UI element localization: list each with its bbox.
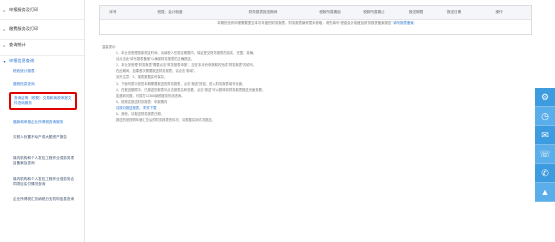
sidebar-item-asset-report[interactable]: 欠税人处置不动产或大额资产报告 [13, 135, 75, 140]
empty-state: 本期的没有申报需要提交本次年度的财务报表，财务报表编号暂未获取，请先填写“税费会… [100, 19, 531, 36]
sidebar-group-label: 缴费服务及打印 [9, 26, 39, 31]
mail-icon: ✉ [541, 129, 549, 140]
sidebar-group-label: 查询统计 [9, 42, 26, 47]
column-header: 税款所属期起 [319, 10, 341, 14]
clock-icon: ◷ [541, 110, 549, 121]
table-header: 序号 税费、会计制度 财务报表报送期间 税款所属期起 税款所属期止 报送期限 报… [100, 6, 531, 20]
column-header: 税款所属期止 [363, 10, 385, 14]
phone-icon: ✆ [541, 167, 549, 178]
sidebar-item-income-tax-query[interactable]: 缴款和申报企业所得税查询服务 [13, 120, 75, 125]
phone-button[interactable]: ✆ [535, 164, 555, 183]
sidebar: ▸ 申报服务及打印 ▸ 缴费服务及打印 ▸ 查询统计 ▾ 申报信息查询 税收统计… [0, 0, 85, 242]
column-header: 财务报表报送期间 [248, 10, 278, 14]
history-button[interactable]: ◷ [535, 107, 555, 126]
tip-line: 报送的是按照年度汇总后的财务报表的情况，请根据实际情况报送。 [116, 118, 215, 123]
sidebar-item-certificate-query[interactable]: 查询证明（税费）交易和纳税申报文件查询服务 [9, 92, 77, 110]
sidebar-item-project-payment[interactable]: 境内机构和个人发包工程作业或劳务合同项目实付情况查询 [13, 177, 75, 187]
sidebar-item-branch-info[interactable]: 企业所得税汇总纳税分支机构信息查询 [13, 197, 75, 202]
column-header: 序号 [109, 10, 117, 14]
column-header: 操作 [495, 10, 503, 14]
chat-icon: ☏ [539, 148, 551, 159]
sidebar-group-declare-print[interactable]: ▸ 申报服务及打印 [0, 1, 84, 19]
chevron-right-icon: ▸ [3, 42, 6, 48]
column-header: 报送期限 [408, 10, 424, 14]
sidebar-item-payment-query[interactable]: 缴税信息查询 [13, 82, 75, 87]
empty-message: 本期的没有申报需要提交本次年度的财务报表，财务报表编号暂未获取，请先填写“税费会… [217, 21, 393, 25]
chevron-right-icon: ▸ [3, 26, 6, 32]
sidebar-group-label: 申报服务及打印 [9, 7, 39, 12]
back-to-top-button[interactable]: ▲ [535, 183, 555, 202]
sidebar-group-declare-query[interactable]: ▾ 申报信息查询 [0, 52, 84, 70]
settings-button[interactable]: ⚙ [535, 88, 555, 107]
report-table: 序号 税费、会计制度 财务报表报送期间 税款所属期起 税款所属期止 报送期限 报… [99, 5, 532, 35]
column-header: 税费、会计制度 [157, 10, 183, 14]
floating-toolbar: ⚙ ◷ ✉ ☏ ✆ ▲ [535, 88, 555, 202]
column-header: 报送日期 [446, 10, 462, 14]
filing-link[interactable]: 填写报表备案 [393, 21, 413, 25]
gear-icon: ⚙ [540, 91, 550, 102]
chat-button[interactable]: ☏ [535, 145, 555, 164]
chevron-right-icon: ▸ [3, 7, 6, 13]
chevron-down-icon: ▾ [3, 58, 6, 64]
message-button[interactable]: ✉ [535, 126, 555, 145]
sidebar-item-project-filing[interactable]: 境内机构和个人发包工程作业或劳务项目备案及查询 [13, 156, 75, 166]
sidebar-item-tax-stats[interactable]: 税收统计报表 [13, 69, 75, 74]
sidebar-group-label: 申报信息查询 [9, 58, 35, 63]
tips-section: 温馨提示： 1、本业务受理按原规定时间，请纳税人在规定期限内，保证提交财务报表的… [102, 44, 402, 123]
top-icon: ▲ [540, 187, 550, 197]
